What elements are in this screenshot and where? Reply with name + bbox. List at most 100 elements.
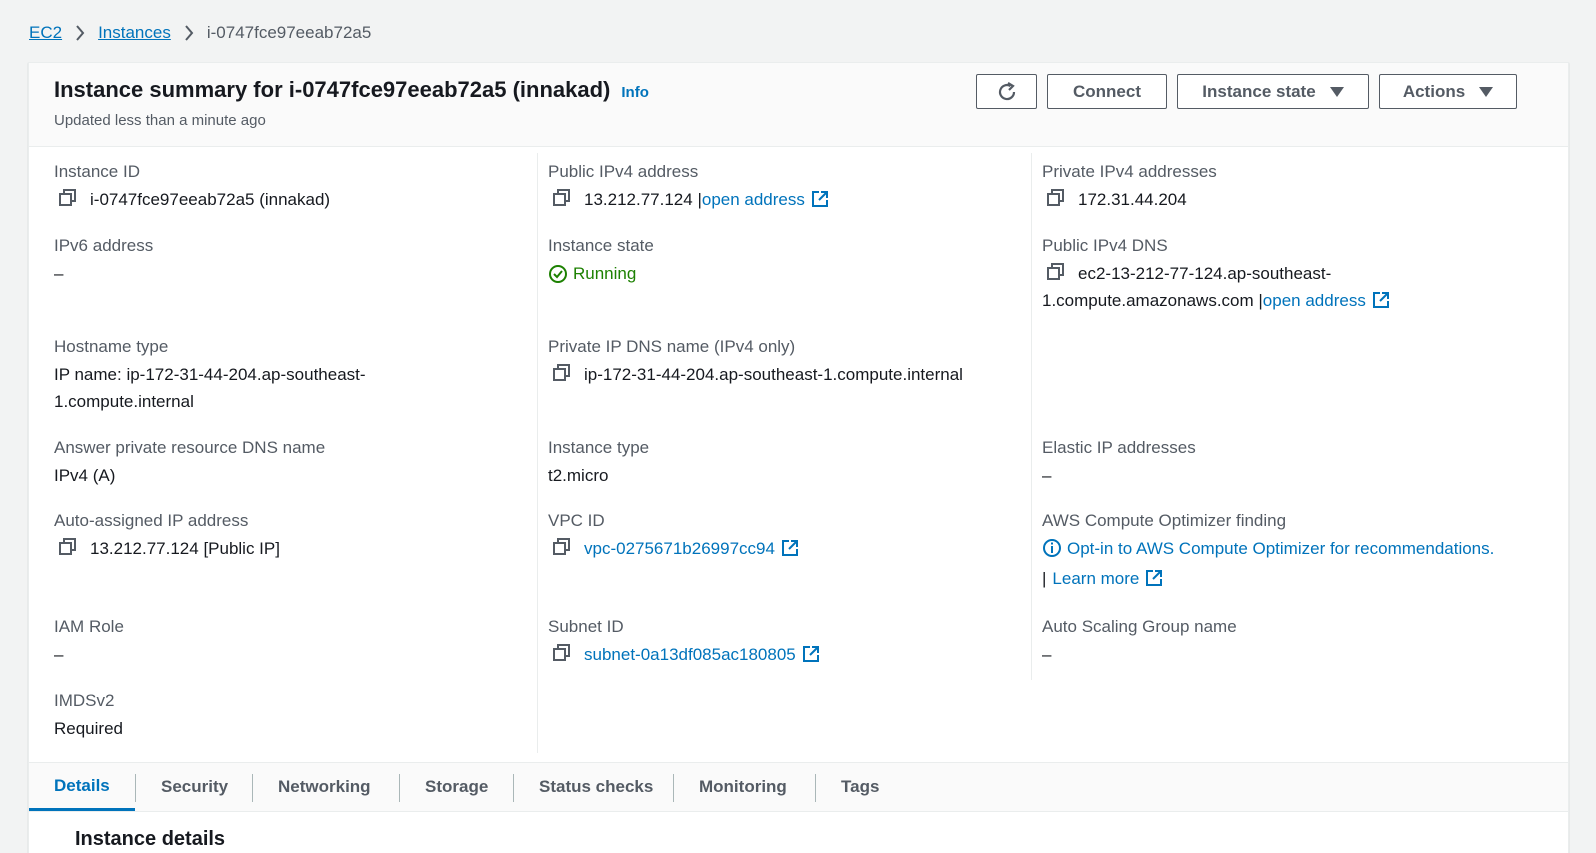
caret-down-icon	[1479, 86, 1494, 97]
field-value: 172.31.44.204	[1078, 190, 1187, 209]
copy-icon[interactable]	[552, 363, 574, 385]
field-label: Auto-assigned IP address	[54, 511, 249, 530]
breadcrumb-instances-link[interactable]: Instances	[98, 23, 171, 43]
field-label: Private IPv4 addresses	[1042, 162, 1217, 181]
connect-button[interactable]: Connect	[1047, 74, 1167, 109]
field-value: IP name: ip-172-31-44-204.ap-southeast-	[54, 365, 366, 384]
open-address-link[interactable]: open address	[1263, 287, 1390, 314]
field-label: IPv6 address	[54, 236, 154, 255]
field-label: Auto Scaling Group name	[1042, 617, 1237, 636]
chevron-right-icon	[75, 25, 85, 41]
instance-state-button[interactable]: Instance state	[1177, 74, 1369, 109]
external-link-icon	[781, 539, 799, 557]
breadcrumb: EC2 Instances i-0747fce97eeab72a5	[29, 20, 371, 46]
connect-label: Connect	[1073, 81, 1141, 101]
check-circle-icon	[548, 264, 568, 284]
field-label: AWS Compute Optimizer finding	[1042, 511, 1287, 530]
actions-button[interactable]: Actions	[1379, 74, 1517, 109]
field-label: IAM Role	[54, 617, 124, 636]
field-label: Answer private resource DNS name	[54, 438, 326, 457]
field-label: Hostname type	[54, 337, 169, 356]
field-value: t2.micro	[548, 466, 609, 485]
copy-icon[interactable]	[552, 188, 574, 210]
field-label: VPC ID	[548, 511, 605, 530]
tab-security[interactable]: Security	[136, 763, 253, 811]
refresh-icon	[996, 81, 1018, 103]
field-iam-role: IAM Role –	[54, 616, 124, 668]
copy-icon[interactable]	[552, 537, 574, 559]
external-link-icon	[811, 190, 829, 208]
field-label: Private IP DNS name (IPv4 only)	[548, 337, 796, 356]
separator: |	[1042, 569, 1047, 588]
tab-tags[interactable]: Tags	[816, 763, 904, 811]
copy-icon[interactable]	[1046, 262, 1068, 284]
field-private-ipv4: Private IPv4 addresses 172.31.44.204	[1042, 161, 1217, 213]
vpc-id-link[interactable]: vpc-0275671b26997cc94	[584, 535, 799, 562]
tab-monitoring[interactable]: Monitoring	[674, 763, 812, 811]
refresh-button[interactable]	[976, 74, 1037, 109]
vpc-id-value: vpc-0275671b26997cc94	[584, 539, 775, 558]
subnet-id-link[interactable]: subnet-0a13df085ac180805	[584, 641, 820, 668]
field-label: Instance ID	[54, 162, 140, 181]
caret-down-icon	[1329, 86, 1344, 97]
tab-bar: Details Security Networking Storage Stat…	[29, 762, 1568, 812]
tab-details[interactable]: Details	[29, 763, 135, 811]
column-divider	[1031, 153, 1032, 680]
instance-summary-panel: Instance summary for i-0747fce97eeab72a5…	[28, 62, 1569, 853]
field-ipv6: IPv6 address –	[54, 235, 153, 287]
field-answer-dns: Answer private resource DNS name IPv4 (A…	[54, 437, 325, 489]
field-label: Instance type	[548, 438, 650, 457]
field-label: Elastic IP addresses	[1042, 438, 1196, 457]
field-value: –	[1042, 466, 1052, 485]
info-link[interactable]: Info	[621, 84, 649, 101]
chevron-right-icon	[184, 25, 194, 41]
field-value: i-0747fce97eeab72a5 (innakad)	[90, 190, 331, 209]
learn-more-link[interactable]: Learn more	[1052, 565, 1163, 592]
field-public-dns: Public IPv4 DNS ec2-13-212-77-124.ap-sou…	[1042, 235, 1542, 314]
external-link-icon	[1372, 291, 1390, 309]
field-auto-ip: Auto-assigned IP address 13.212.77.124 […	[54, 510, 280, 562]
copy-icon[interactable]	[552, 643, 574, 665]
open-address-link[interactable]: open address	[702, 186, 829, 213]
learn-more-label: Learn more	[1052, 569, 1140, 588]
copy-icon[interactable]	[58, 537, 80, 559]
field-label: Instance state	[548, 236, 654, 255]
field-label: IMDSv2	[54, 691, 115, 710]
field-hostname-type: Hostname type IP name: ip-172-31-44-204.…	[54, 336, 494, 415]
tab-storage[interactable]: Storage	[400, 763, 513, 811]
field-asg-name: Auto Scaling Group name –	[1042, 616, 1237, 668]
actions-label: Actions	[1402, 81, 1466, 101]
breadcrumb-current: i-0747fce97eeab72a5	[206, 23, 372, 42]
field-value: –	[54, 645, 64, 664]
field-value: –	[1042, 645, 1052, 664]
field-value: 1.compute.internal	[54, 392, 194, 411]
field-value: IPv4 (A)	[54, 466, 116, 485]
field-compute-optimizer: AWS Compute Optimizer finding Opt-in to …	[1042, 510, 1562, 592]
field-value: 13.212.77.124 [Public IP]	[90, 539, 280, 558]
field-value: 1.compute.amazonaws.com |	[1042, 291, 1263, 310]
tab-networking[interactable]: Networking	[253, 763, 396, 811]
breadcrumb-ec2-link[interactable]: EC2	[29, 23, 62, 43]
external-link-icon	[1145, 569, 1163, 587]
copy-icon[interactable]	[58, 188, 80, 210]
optimizer-opt-in-label: Opt-in to AWS Compute Optimizer for reco…	[1067, 539, 1495, 558]
status-running: Running	[573, 264, 637, 283]
copy-icon[interactable]	[1046, 188, 1068, 210]
field-instance-state: Instance state Running	[548, 235, 654, 287]
info-icon	[1042, 538, 1062, 558]
subnet-id-value: subnet-0a13df085ac180805	[584, 645, 796, 664]
external-link-icon	[802, 645, 820, 663]
panel-header: Instance summary for i-0747fce97eeab72a5…	[29, 63, 1568, 147]
field-label: Public IPv4 DNS	[1042, 236, 1168, 255]
field-instance-type: Instance type t2.micro	[548, 437, 649, 489]
open-address-label: open address	[701, 190, 805, 209]
tab-status-checks[interactable]: Status checks	[514, 763, 678, 811]
field-value: Required	[54, 719, 123, 738]
field-value: ip-172-31-44-204.ap-southeast-1.compute.…	[584, 365, 963, 384]
field-label: Subnet ID	[548, 617, 624, 636]
optimizer-opt-in-link[interactable]: Opt-in to AWS Compute Optimizer for reco…	[1042, 535, 1494, 562]
field-value: ec2-13-212-77-124.ap-southeast-	[1078, 264, 1332, 283]
open-address-label: open address	[1262, 291, 1366, 310]
page-title: Instance summary for i-0747fce97eeab72a5…	[54, 77, 611, 102]
field-vpc-id: VPC ID vpc-0275671b26997cc94	[548, 510, 799, 562]
